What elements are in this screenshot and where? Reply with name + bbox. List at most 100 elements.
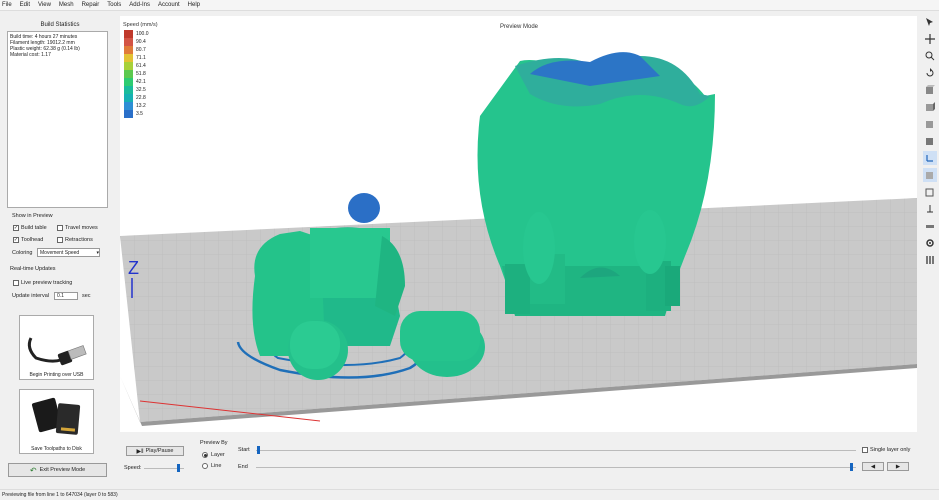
move-icon[interactable]: [923, 32, 937, 46]
status-bar: Previewing file from line 1 to 647034 (l…: [0, 489, 939, 500]
view-back-icon[interactable]: [923, 100, 937, 114]
start-slider-thumb[interactable]: [257, 446, 260, 454]
line-radio-label: Line: [211, 463, 222, 469]
speed-legend: 100.0 90.4 80.7 71.1 61.4 51.8 42.1 32.5 22.8 13.…: [124, 30, 149, 118]
legend-value: 22.8: [136, 95, 146, 101]
view-iso-icon[interactable]: [923, 151, 937, 165]
checkbox-box[interactable]: [57, 225, 63, 231]
usb-cable-icon: [27, 337, 87, 366]
menu-addins[interactable]: Add-Ins: [129, 2, 150, 8]
travel-moves-checkbox[interactable]: Travel moves: [57, 225, 98, 231]
legend-row: 61.4: [124, 62, 149, 70]
prev-layer-button[interactable]: ◀: [862, 462, 884, 471]
checkbox-box[interactable]: ✓: [13, 237, 19, 243]
play-pause-label: Play/Pause: [145, 448, 174, 454]
menu-edit[interactable]: Edit: [20, 2, 30, 8]
play-pause-button[interactable]: ▶‖ Play/Pause: [126, 446, 184, 456]
layer-icon[interactable]: [923, 219, 937, 233]
menu-view[interactable]: View: [38, 2, 51, 8]
rotate-icon[interactable]: [923, 66, 937, 80]
coloring-label: Coloring: [12, 250, 33, 256]
legend-row: 13.2: [124, 102, 149, 110]
arrow-right-icon: ▶: [895, 463, 901, 470]
stat-material-cost: Material cost: 1.17: [10, 52, 51, 58]
legend-swatch: [124, 30, 133, 38]
toolhead-checkbox[interactable]: ✓ Toolhead: [13, 237, 43, 243]
live-preview-checkbox[interactable]: Live preview tracking: [13, 280, 72, 286]
menu-repair[interactable]: Repair: [82, 2, 100, 8]
preview-by-label: Preview By: [200, 440, 228, 446]
retractions-checkbox[interactable]: Retractions: [57, 237, 93, 243]
end-label: End: [238, 464, 248, 470]
wireframe-icon[interactable]: [923, 185, 937, 199]
view-front-icon[interactable]: [923, 83, 937, 97]
checkbox-box[interactable]: [862, 447, 868, 453]
layer-radio[interactable]: Layer: [202, 452, 225, 458]
legend-value: 100.0: [136, 31, 149, 37]
checkbox-box[interactable]: [57, 237, 63, 243]
z-axis-label: Z: [128, 258, 139, 278]
legend-value: 13.2: [136, 103, 146, 109]
play-icon: ▶‖: [136, 448, 144, 455]
checkbox-box[interactable]: [13, 280, 19, 286]
update-interval-input[interactable]: 0.1: [54, 292, 78, 300]
sd-label: Save Toolpaths to Disk: [31, 446, 82, 452]
view-top-icon[interactable]: [923, 168, 937, 182]
playback-panel: ▶‖ Play/Pause Speed: Preview By Layer Li…: [120, 434, 917, 488]
build-table-checkbox[interactable]: ✓ Build table: [13, 225, 47, 231]
scene-canvas: Z Preview Mode Speed (mm/s): [120, 22, 917, 426]
legend-row: 90.4: [124, 38, 149, 46]
retractions-label: Retractions: [65, 237, 93, 243]
legend-row: 80.7: [124, 46, 149, 54]
legend-row: 32.5: [124, 86, 149, 94]
layer-radio-label: Layer: [211, 452, 225, 458]
speed-label: Speed:: [124, 465, 142, 471]
start-slider-track[interactable]: [256, 450, 856, 451]
realtime-updates-label: Real-time Updates: [10, 266, 56, 272]
legend-value: 32.5: [136, 87, 146, 93]
model-pot-figure: [477, 52, 715, 316]
coloring-select[interactable]: Movement Speed ▾: [37, 248, 100, 257]
menu-mesh[interactable]: Mesh: [59, 2, 74, 8]
exit-preview-button[interactable]: ↶ Exit Preview Mode: [8, 463, 107, 477]
exit-preview-label: Exit Preview Mode: [39, 467, 86, 473]
legend-row: 22.8: [124, 94, 149, 102]
usb-label: Begin Printing over USB: [29, 372, 84, 378]
columns-icon[interactable]: [923, 253, 937, 267]
menu-account[interactable]: Account: [158, 2, 180, 8]
radio-dot[interactable]: [202, 452, 208, 458]
end-slider-thumb[interactable]: [850, 463, 853, 471]
gear-icon[interactable]: [923, 236, 937, 250]
speed-slider-thumb[interactable]: [177, 464, 180, 472]
single-layer-checkbox[interactable]: Single layer only: [862, 447, 910, 453]
legend-value: 3.5: [136, 111, 143, 117]
interval-unit: sec: [82, 293, 91, 299]
menu-bar: File Edit View Mesh Repair Tools Add-Ins…: [0, 0, 939, 11]
legend-value: 42.1: [136, 79, 146, 85]
cursor-icon[interactable]: [923, 15, 937, 29]
legend-value: 80.7: [136, 47, 146, 53]
begin-printing-usb-button[interactable]: Begin Printing over USB: [19, 315, 94, 380]
end-slider-track[interactable]: [256, 467, 856, 468]
travel-moves-label: Travel moves: [65, 225, 98, 231]
preview-viewport[interactable]: Z Preview Mode Speed (mm/s) 100.0 90.4 8…: [120, 16, 917, 432]
zoom-icon[interactable]: [923, 49, 937, 63]
menu-file[interactable]: File: [2, 2, 12, 8]
legend-swatch: [124, 46, 133, 54]
radio-dot[interactable]: [202, 463, 208, 469]
checkbox-box[interactable]: ✓: [13, 225, 19, 231]
chevron-down-icon: ▾: [96, 249, 99, 256]
save-toolpaths-button[interactable]: Save Toolpaths to Disk: [19, 389, 94, 454]
axis-icon[interactable]: [923, 202, 937, 216]
single-layer-label: Single layer only: [870, 447, 911, 453]
build-statistics-title: Build Statistics: [40, 22, 80, 28]
legend-swatch: [124, 86, 133, 94]
legend-swatch: [124, 54, 133, 62]
view-left-icon[interactable]: [923, 117, 937, 131]
legend-value: 51.8: [136, 71, 146, 77]
menu-help[interactable]: Help: [188, 2, 200, 8]
menu-tools[interactable]: Tools: [107, 2, 121, 8]
line-radio[interactable]: Line: [202, 463, 221, 469]
view-right-icon[interactable]: [923, 134, 937, 148]
next-layer-button[interactable]: ▶: [887, 462, 909, 471]
